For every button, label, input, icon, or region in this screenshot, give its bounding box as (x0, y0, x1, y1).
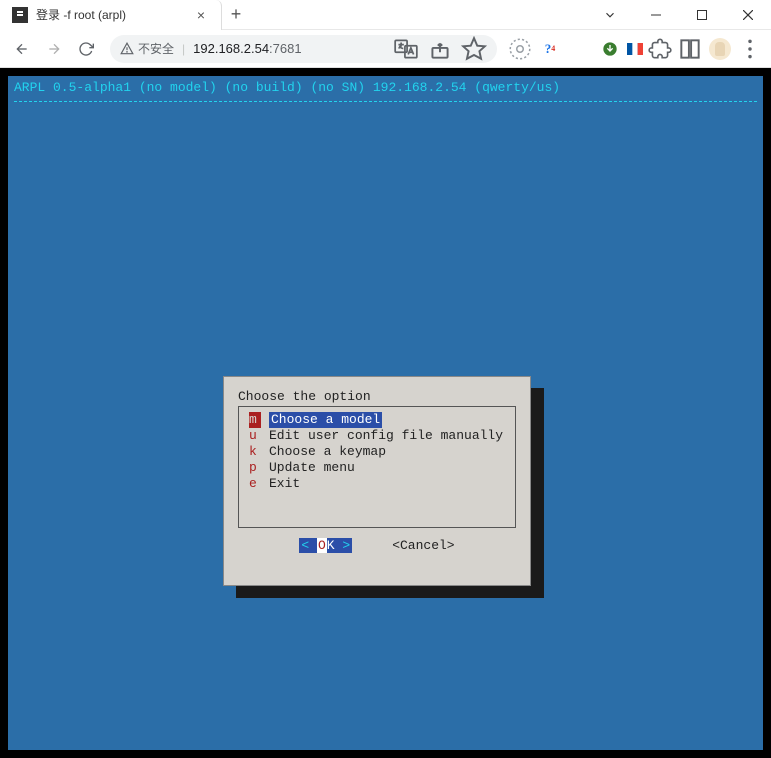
tab-dropdown-button[interactable] (587, 0, 633, 30)
menu-key: e (249, 476, 261, 492)
reload-button[interactable] (72, 35, 100, 63)
extensions-puzzle-icon[interactable] (647, 36, 673, 62)
menu-key: k (249, 444, 261, 460)
menu-item-edit-config[interactable]: u Edit user config file manually (245, 428, 509, 444)
not-secure-indicator[interactable]: 不安全 (120, 40, 174, 57)
menu-label: Choose a model (269, 412, 382, 428)
extension-icon-2[interactable]: ?4 (537, 36, 563, 62)
window-close-button[interactable] (725, 0, 771, 30)
avatar-icon (709, 38, 731, 60)
reading-list-icon[interactable] (677, 36, 703, 62)
menu-item-choose-model[interactable]: m Choose a model (245, 412, 509, 428)
window-controls (587, 0, 771, 30)
menu-label: Exit (269, 476, 300, 492)
bookmark-star-icon[interactable] (461, 36, 487, 62)
tab-title: 登录 -f root (arpl) (36, 6, 185, 23)
extension-icon-3[interactable] (567, 36, 593, 62)
close-tab-icon[interactable]: × (193, 7, 209, 23)
translate-icon[interactable] (393, 36, 419, 62)
terminal-divider (8, 95, 763, 107)
forward-button[interactable] (40, 35, 68, 63)
dialog-buttons: < OK > <Cancel> (238, 538, 516, 553)
tab-favicon (12, 7, 28, 23)
menu-item-keymap[interactable]: k Choose a keymap (245, 444, 509, 460)
share-icon[interactable] (427, 36, 453, 62)
titlebar: 登录 -f root (arpl) × + (0, 0, 771, 30)
extension-icons: ?4 (507, 36, 763, 62)
dialog-options-box: m Choose a model u Edit user config file… (238, 406, 516, 528)
minimize-button[interactable] (633, 0, 679, 30)
extension-icon-idm[interactable] (597, 36, 623, 62)
terminal[interactable]: ARPL 0.5-alpha1 (no model) (no build) (n… (8, 76, 763, 750)
extension-icon-1[interactable] (507, 36, 533, 62)
back-button[interactable] (8, 35, 36, 63)
menu-label: Edit user config file manually (269, 428, 503, 444)
menu-label: Choose a keymap (269, 444, 386, 460)
profile-avatar[interactable] (707, 36, 733, 62)
menu-label: Update menu (269, 460, 355, 476)
browser-toolbar: 不安全 | 192.168.2.54:7681 ?4 (0, 30, 771, 68)
menu-item-exit[interactable]: e Exit (245, 476, 509, 492)
menu-dialog: Choose the option m Choose a model u Edi… (223, 376, 531, 586)
cancel-button[interactable]: <Cancel> (392, 538, 454, 553)
menu-item-update[interactable]: p Update menu (245, 460, 509, 476)
page-content: ARPL 0.5-alpha1 (no model) (no build) (n… (0, 68, 771, 758)
kebab-menu-icon[interactable] (737, 36, 763, 62)
browser-tab[interactable]: 登录 -f root (arpl) × (0, 0, 222, 30)
menu-key: u (249, 428, 261, 444)
terminal-status-line: ARPL 0.5-alpha1 (no model) (no build) (n… (8, 76, 763, 95)
not-secure-label: 不安全 (138, 40, 174, 57)
maximize-button[interactable] (679, 0, 725, 30)
url-text: 192.168.2.54:7681 (193, 41, 301, 56)
address-bar[interactable]: 不安全 | 192.168.2.54:7681 (110, 35, 497, 63)
dialog-title: Choose the option (238, 389, 516, 404)
new-tab-button[interactable]: + (222, 1, 250, 29)
menu-key: m (249, 412, 261, 428)
ok-button[interactable]: < OK > (299, 538, 352, 553)
extension-icon-flag[interactable] (627, 43, 643, 55)
menu-key: p (249, 460, 261, 476)
